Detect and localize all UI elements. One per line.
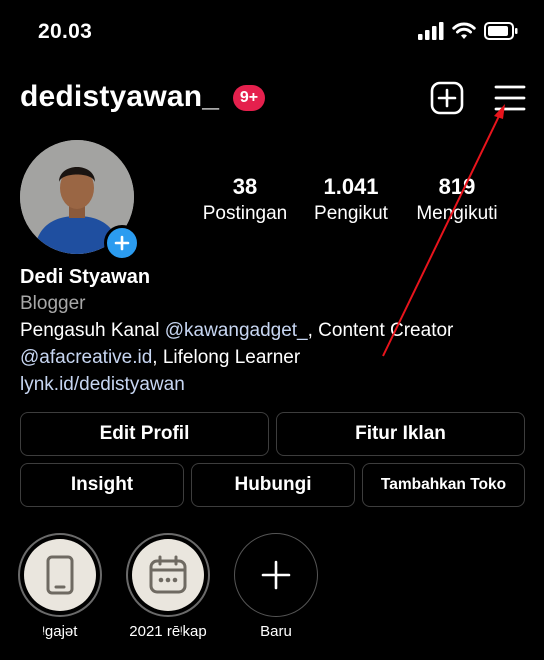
red-arrow-annotation [382, 104, 505, 357]
